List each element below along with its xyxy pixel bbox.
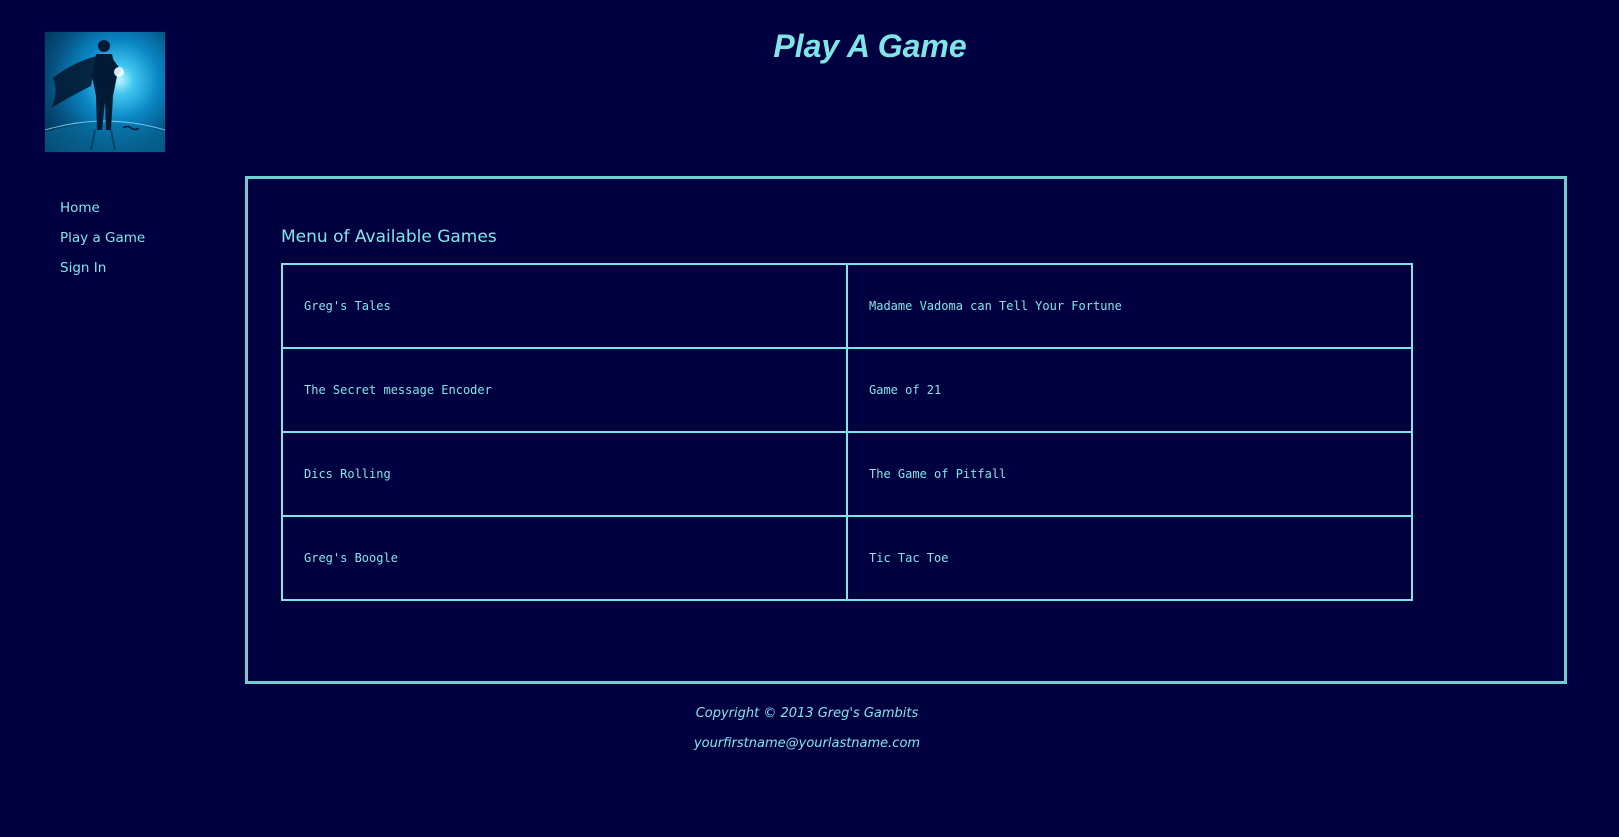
copyright-text: Copyright © 2013 Greg's Gambits: [695, 706, 919, 721]
superhero-figure-image: [45, 40, 165, 152]
content-panel: Menu of Available Games Greg's Tales Mad…: [245, 176, 1567, 684]
games-table-row: Greg's Tales Madame Vadoma can Tell Your…: [281, 263, 1413, 349]
nav-item-sign-in: Sign In: [60, 257, 145, 287]
nav-link-sign-in[interactable]: Sign In: [60, 260, 106, 276]
games-table: Greg's Tales Madame Vadoma can Tell Your…: [281, 263, 1413, 601]
contact-line: yourfirstname@yourlastname.com: [607, 735, 1007, 752]
nav-item-home: Home: [60, 197, 145, 227]
game-cell-dice-rolling[interactable]: Dics Rolling: [281, 431, 848, 517]
games-table-row: Greg's Boogle Tic Tac Toe: [281, 515, 1413, 601]
game-cell-gregs-boogle[interactable]: Greg's Boogle: [281, 515, 848, 601]
contact-email-link[interactable]: yourfirstname@yourlastname.com: [694, 736, 920, 751]
game-cell-game-of-21[interactable]: Game of 21: [846, 347, 1413, 433]
page-footer: Copyright © 2013 Greg's Gambits yourfirs…: [607, 705, 1007, 765]
game-cell-gregs-tales[interactable]: Greg's Tales: [281, 263, 848, 349]
sidebar-nav: Home Play a Game Sign In: [60, 197, 145, 287]
site-logo: [45, 32, 165, 152]
game-cell-game-of-pitfall[interactable]: The Game of Pitfall: [846, 431, 1413, 517]
game-cell-secret-message-encoder[interactable]: The Secret message Encoder: [281, 347, 848, 433]
games-table-row: The Secret message Encoder Game of 21: [281, 347, 1413, 433]
game-cell-tic-tac-toe[interactable]: Tic Tac Toe: [846, 515, 1413, 601]
page-title: Play A Game: [773, 28, 967, 64]
games-table-row: Dics Rolling The Game of Pitfall: [281, 431, 1413, 517]
nav-link-play-a-game[interactable]: Play a Game: [60, 230, 145, 246]
nav-item-play-a-game: Play a Game: [60, 227, 145, 257]
game-cell-madame-vadoma[interactable]: Madame Vadoma can Tell Your Fortune: [846, 263, 1413, 349]
games-menu-heading: Menu of Available Games: [281, 227, 497, 247]
nav-link-home[interactable]: Home: [60, 200, 100, 216]
